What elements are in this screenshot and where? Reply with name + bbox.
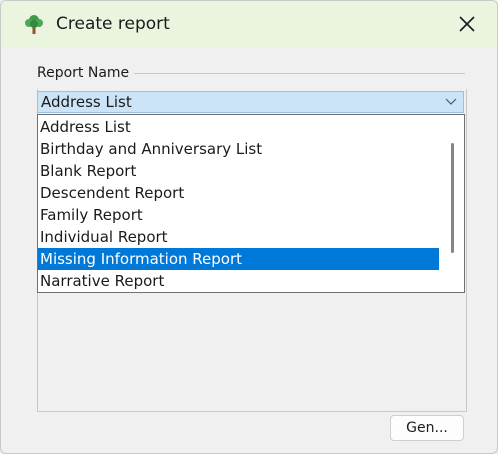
option-narrative-report[interactable]: Narrative Report	[38, 270, 439, 292]
option-descendent-report[interactable]: Descendent Report	[38, 182, 439, 204]
tree-icon	[25, 15, 43, 34]
create-report-dialog: Create report Report Name Address List A…	[0, 0, 498, 454]
option-individual-report[interactable]: Individual Report	[38, 226, 439, 248]
title-bar: Create report	[1, 1, 497, 47]
window-title: Create report	[56, 14, 170, 34]
combobox-value: Address List	[41, 93, 132, 111]
generate-button[interactable]: Gen...	[390, 415, 464, 441]
scrollbar-thumb[interactable]	[451, 143, 454, 253]
report-name-dropdown-list: Address List Birthday and Anniversary Li…	[37, 114, 465, 293]
report-name-combobox[interactable]: Address List	[37, 91, 464, 113]
close-icon[interactable]	[457, 14, 477, 34]
chevron-down-icon	[445, 98, 457, 105]
option-blank-report[interactable]: Blank Report	[38, 160, 439, 182]
report-name-label: Report Name	[37, 65, 130, 81]
option-missing-information-report[interactable]: Missing Information Report	[38, 248, 439, 270]
option-family-report[interactable]: Family Report	[38, 204, 439, 226]
option-birthday-anniversary-list[interactable]: Birthday and Anniversary List	[38, 138, 439, 160]
group-divider	[134, 73, 465, 74]
dropdown-scrollbar[interactable]	[440, 115, 464, 292]
option-address-list[interactable]: Address List	[38, 116, 439, 138]
